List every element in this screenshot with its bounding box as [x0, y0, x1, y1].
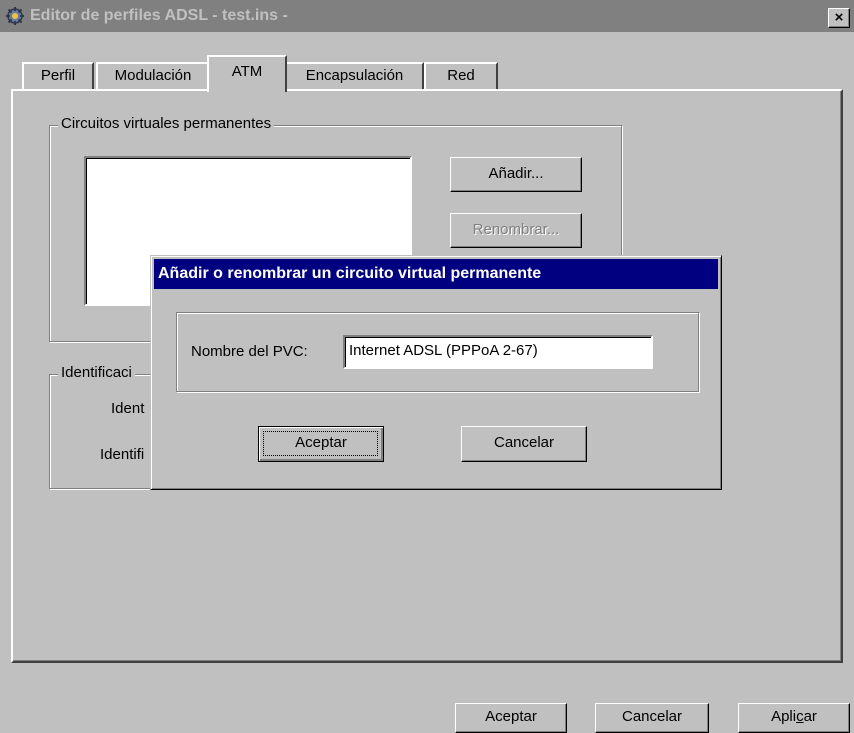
pvc-name-label: Nombre del PVC: [191, 343, 308, 360]
window-title: Editor de perfiles ADSL - test.ins - [30, 7, 288, 24]
apply-button-label-pre: Apli [771, 708, 797, 725]
tab-label: Perfil [40, 67, 76, 84]
dialog-cancel-button[interactable]: Cancelar [461, 426, 587, 462]
dialog-title-bar[interactable]: Añadir o renombrar un circuito virtual p… [154, 259, 718, 289]
pvc-name-value: Internet ADSL (PPPoA 2-67) [349, 342, 538, 359]
identification-group-legend: Identificaci [58, 364, 135, 381]
ok-button-label: Aceptar [485, 708, 537, 725]
add-button-label: Añadir... [488, 165, 544, 182]
close-icon: × [834, 9, 844, 26]
dialog-cancel-label: Cancelar [493, 434, 555, 451]
tab-atm[interactable]: ATM [207, 55, 287, 92]
dialog-ok-button[interactable]: Aceptar [258, 426, 384, 462]
identifier-label-1: Ident [111, 400, 145, 417]
pvc-group-legend: Circuitos virtuales permanentes [58, 115, 275, 132]
cancel-button[interactable]: Cancelar [595, 703, 709, 733]
close-button[interactable]: × [828, 8, 850, 28]
dialog-title: Añadir o renombrar un circuito virtual p… [158, 265, 542, 282]
rename-button-label: Renombrar... [472, 221, 560, 238]
pvc-name-input[interactable]: Internet ADSL (PPPoA 2-67) [343, 335, 653, 369]
tab-encapsulacion[interactable]: Encapsulación [285, 62, 424, 90]
tab-label: Modulación [114, 67, 192, 84]
apply-button[interactable]: Aplicar [738, 703, 850, 733]
ok-button[interactable]: Aceptar [455, 703, 567, 733]
apply-button-accelerator: c [796, 708, 804, 725]
tab-label: ATM [231, 63, 263, 80]
cancel-button-label: Cancelar [621, 708, 683, 725]
rename-button[interactable]: Renombrar... [450, 213, 582, 248]
apply-button-label-post: ar [803, 708, 817, 725]
tab-label: Red [447, 67, 475, 84]
focus-rect [263, 431, 378, 456]
identifier-label-2: Identifi [100, 446, 145, 463]
window-title-bar[interactable]: Editor de perfiles ADSL - test.ins - × [0, 0, 854, 32]
tab-modulacion[interactable]: Modulación [96, 62, 210, 90]
pvc-name-dialog[interactable]: Añadir o renombrar un circuito virtual p… [150, 255, 722, 490]
tab-label: Encapsulación [305, 67, 404, 84]
tab-red[interactable]: Red [424, 62, 498, 90]
add-button[interactable]: Añadir... [450, 157, 582, 192]
tab-perfil[interactable]: Perfil [22, 62, 94, 90]
app-icon [6, 7, 24, 25]
